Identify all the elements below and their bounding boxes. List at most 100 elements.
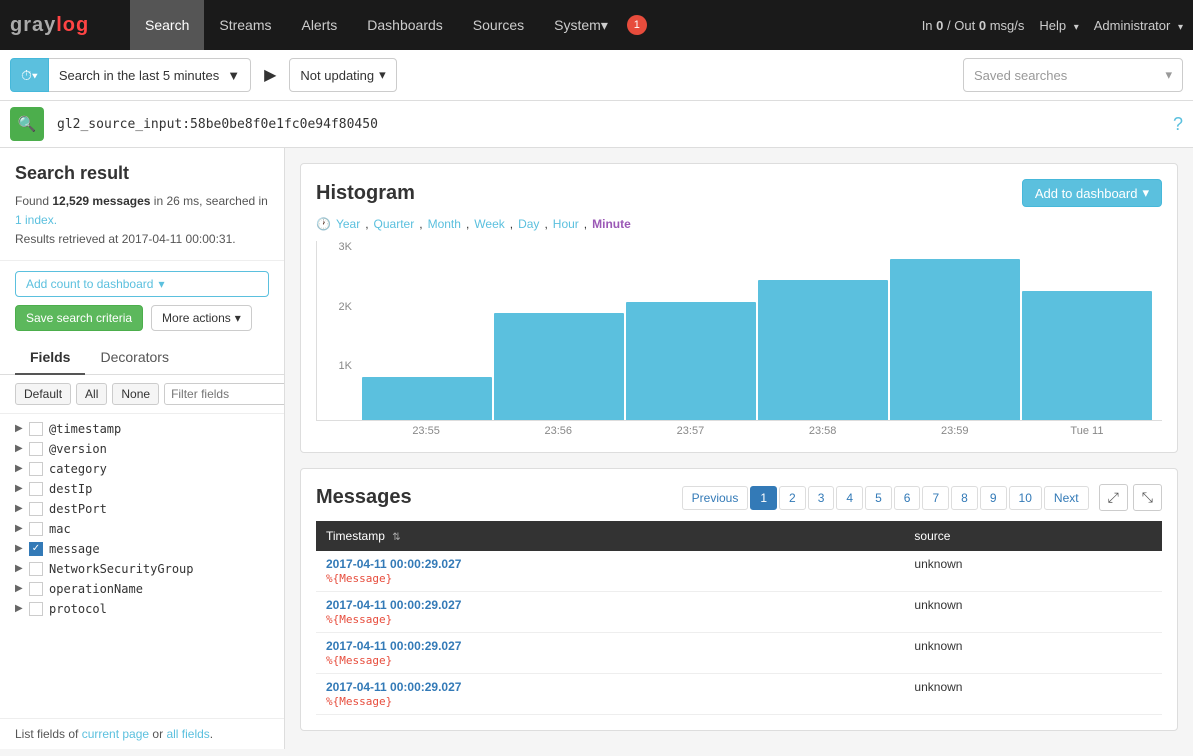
table-row: 2017-04-11 00:00:29.027 %{Message} unkno… (316, 633, 1162, 674)
msg-timestamp-4[interactable]: 2017-04-11 00:00:29.027 (326, 680, 894, 694)
play-button[interactable]: ▶ (259, 60, 281, 90)
page-7-button[interactable]: 7 (922, 486, 949, 510)
tab-fields[interactable]: Fields (15, 341, 85, 375)
time-quarter[interactable]: Quarter (374, 217, 415, 231)
time-week[interactable]: Week (474, 217, 504, 231)
bar-2359 (890, 241, 1020, 420)
page-9-button[interactable]: 9 (980, 486, 1007, 510)
field-item-destip[interactable]: ▶destIp (0, 479, 284, 499)
msg-timestamp-3[interactable]: 2017-04-11 00:00:29.027 (326, 639, 894, 653)
time-icon-btn[interactable]: ⏱▾ (10, 58, 49, 92)
field-arrow-5: ▶ (15, 523, 23, 534)
query-help-icon[interactable]: ? (1173, 114, 1183, 135)
prev-page-button[interactable]: Previous (682, 486, 749, 510)
time-caret: ▼ (227, 68, 240, 83)
page-6-button[interactable]: 6 (894, 486, 921, 510)
search-submit-button[interactable]: 🔍 (10, 107, 44, 141)
nav-dashboards[interactable]: Dashboards (352, 0, 458, 50)
field-checkbox-category[interactable] (29, 462, 43, 476)
page-10-button[interactable]: 10 (1009, 486, 1042, 510)
field-item-message[interactable]: ▶✓message (0, 539, 284, 559)
admin-caret: ▾ (1178, 22, 1183, 33)
field-item-category[interactable]: ▶category (0, 459, 284, 479)
field-checkbox-networksecuritygroup[interactable] (29, 562, 43, 576)
messages-table: Timestamp ⇅ source 2017-04-11 00:00:29.0… (316, 521, 1162, 715)
page-5-button[interactable]: 5 (865, 486, 892, 510)
add-count-to-dashboard-button[interactable]: Add count to dashboard ▾ (15, 271, 269, 297)
field-checkbox-@timestamp[interactable] (29, 422, 43, 436)
sort-icon[interactable]: ⇅ (392, 532, 400, 543)
all-fields-link[interactable]: all fields (166, 727, 209, 741)
nav-sources[interactable]: Sources (458, 0, 539, 50)
saved-searches-dropdown[interactable]: Saved searches ▾ (963, 58, 1183, 92)
field-checkbox-destip[interactable] (29, 482, 43, 496)
page-3-button[interactable]: 3 (808, 486, 835, 510)
action-buttons: Add count to dashboard ▾ Save search cri… (0, 261, 284, 341)
msg-timestamp-1[interactable]: 2017-04-11 00:00:29.027 (326, 557, 894, 571)
add-to-dashboard-button[interactable]: Add to dashboard ▾ (1022, 179, 1162, 207)
nav-streams[interactable]: Streams (204, 0, 286, 50)
field-checkbox-destport[interactable] (29, 502, 43, 516)
field-checkbox-message[interactable]: ✓ (29, 542, 43, 556)
msg-source-4: unknown (904, 674, 1162, 715)
field-checkbox-@version[interactable] (29, 442, 43, 456)
time-range-select[interactable]: Search in the last 5 minutes ▼ (49, 58, 251, 92)
expand-buttons: ⤢ ⤡ (1099, 484, 1162, 511)
expand-in-button[interactable]: ⤡ (1133, 484, 1162, 511)
field-item-destport[interactable]: ▶destPort (0, 499, 284, 519)
histogram-bar-2356 (494, 313, 624, 420)
query-input[interactable] (52, 107, 1165, 141)
field-item-protocol[interactable]: ▶protocol (0, 599, 284, 619)
page-4-button[interactable]: 4 (836, 486, 863, 510)
tab-decorators[interactable]: Decorators (85, 341, 183, 375)
time-selector[interactable]: ⏱▾ Search in the last 5 minutes ▼ (10, 58, 251, 92)
histogram-bar-2355 (362, 377, 492, 420)
filter-fields-input[interactable] (164, 383, 285, 405)
next-page-button[interactable]: Next (1044, 486, 1089, 510)
field-checkbox-operationname[interactable] (29, 582, 43, 596)
help-menu[interactable]: Help ▾ (1039, 18, 1078, 33)
field-item--timestamp[interactable]: ▶@timestamp (0, 419, 284, 439)
current-page-link[interactable]: current page (82, 727, 149, 741)
filter-all-btn[interactable]: All (76, 383, 107, 405)
expand-out-button[interactable]: ⤢ (1099, 484, 1128, 511)
pagination: Previous 1 2 3 4 5 6 7 8 9 10 Next (682, 486, 1089, 510)
page-1-button[interactable]: 1 (750, 486, 777, 510)
col-timestamp: Timestamp ⇅ (316, 521, 904, 551)
admin-menu[interactable]: Administrator ▾ (1094, 18, 1183, 33)
filter-default-btn[interactable]: Default (15, 383, 71, 405)
page-8-button[interactable]: 8 (951, 486, 978, 510)
time-minute[interactable]: Minute (592, 217, 631, 231)
sidebar: Search result Found 12,529 messages in 2… (0, 148, 285, 749)
filter-none-btn[interactable]: None (112, 383, 159, 405)
field-item--version[interactable]: ▶@version (0, 439, 284, 459)
msg-template-1: %{Message} (326, 572, 392, 585)
field-name-networksecuritygroup: NetworkSecurityGroup (49, 562, 194, 576)
nav-search[interactable]: Search (130, 0, 204, 50)
time-hour[interactable]: Hour (553, 217, 579, 231)
time-year[interactable]: Year (336, 217, 360, 231)
nav-alerts[interactable]: Alerts (286, 0, 352, 50)
result-info: Found 12,529 messages in 26 ms, searched… (15, 192, 269, 250)
more-actions-button[interactable]: More actions ▾ (151, 305, 252, 331)
field-item-mac[interactable]: ▶mac (0, 519, 284, 539)
msg-source-2: unknown (904, 592, 1162, 633)
msg-timestamp-2[interactable]: 2017-04-11 00:00:29.027 (326, 598, 894, 612)
time-day[interactable]: Day (518, 217, 539, 231)
field-checkbox-mac[interactable] (29, 522, 43, 536)
index-link[interactable]: 1 index. (15, 213, 57, 227)
nav-system[interactable]: System ▾ (539, 0, 623, 50)
save-search-criteria-button[interactable]: Save search criteria (15, 305, 143, 331)
page-2-button[interactable]: 2 (779, 486, 806, 510)
field-arrow-2: ▶ (15, 463, 23, 474)
msg-template-3: %{Message} (326, 654, 392, 667)
not-updating-dropdown[interactable]: Not updating ▾ (289, 58, 396, 92)
add-count-caret: ▾ (158, 277, 164, 291)
logo[interactable]: graylog (10, 14, 120, 37)
field-item-networksecuritygroup[interactable]: ▶NetworkSecurityGroup (0, 559, 284, 579)
query-bar: 🔍 ? (0, 101, 1193, 148)
field-list-footer: List fields of current page or all field… (0, 718, 284, 749)
time-month[interactable]: Month (428, 217, 461, 231)
field-item-operationname[interactable]: ▶operationName (0, 579, 284, 599)
field-checkbox-protocol[interactable] (29, 602, 43, 616)
